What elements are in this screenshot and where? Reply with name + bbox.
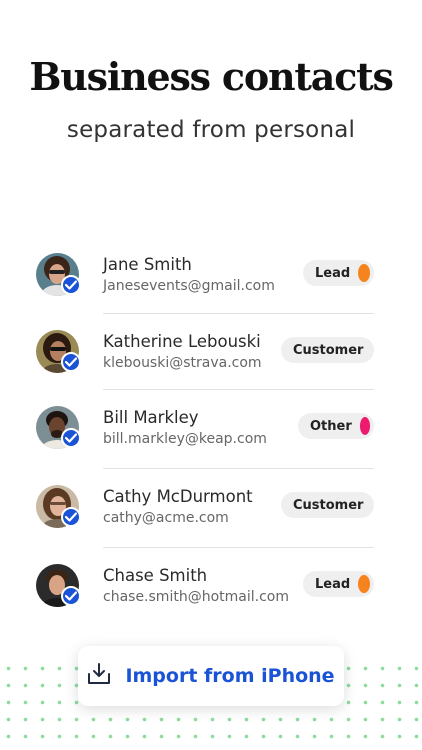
tag-badge[interactable]: Customer	[281, 337, 374, 363]
contact-name: Jane Smith	[103, 255, 192, 274]
tag-badge[interactable]: Customer	[281, 492, 374, 518]
contact-name: Bill Markley	[103, 408, 199, 427]
verified-check-icon	[61, 507, 81, 527]
tag-badge[interactable]: Lead	[303, 571, 374, 597]
contact-email: cathy@acme.com	[103, 510, 229, 526]
contact-name: Chase Smith	[103, 566, 208, 585]
tag-label: Lead	[315, 576, 351, 592]
contact-email: Janesevents@gmail.com	[103, 278, 275, 294]
tag-badge[interactable]: Lead	[303, 260, 374, 286]
contact-email: klebouski@strava.com	[103, 355, 262, 371]
verified-check-icon	[61, 586, 81, 606]
divider	[103, 313, 374, 314]
contact-row[interactable]: Cathy McDurmont cathy@acme.com Customer	[0, 485, 422, 563]
tag-label: Other	[310, 418, 352, 434]
contact-email: chase.smith@hotmail.com	[103, 589, 289, 605]
page-subtitle: separated from personal	[66, 117, 356, 143]
import-from-iphone-button[interactable]: Import from iPhone	[78, 646, 344, 706]
tag-label: Customer	[293, 342, 364, 358]
verified-check-icon	[61, 352, 81, 372]
divider	[103, 547, 374, 548]
contact-row[interactable]: Jane Smith Janesevents@gmail.com Lead	[0, 253, 422, 331]
page-title: Business contacts	[29, 54, 394, 99]
contact-row[interactable]: Bill Markley bill.markley@keap.com Other	[0, 406, 422, 484]
tag-color-dot	[358, 575, 370, 593]
contact-row[interactable]: Chase Smith chase.smith@hotmail.com Lead	[0, 564, 422, 642]
verified-check-icon	[61, 428, 81, 448]
tag-color-dot	[359, 417, 370, 435]
import-button-label: Import from iPhone	[125, 665, 335, 687]
contact-name: Katherine Lebouski	[103, 332, 261, 351]
tag-color-dot	[358, 264, 370, 282]
tag-badge[interactable]: Other	[298, 413, 374, 439]
contact-row[interactable]: Katherine Lebouski klebouski@strava.com …	[0, 330, 422, 408]
contact-name: Cathy McDurmont	[103, 487, 253, 506]
tag-label: Lead	[315, 265, 351, 281]
contact-email: bill.markley@keap.com	[103, 431, 267, 447]
verified-check-icon	[61, 275, 81, 295]
divider	[103, 389, 374, 390]
import-tray-icon	[87, 663, 111, 689]
tag-label: Customer	[293, 497, 364, 513]
divider	[103, 468, 374, 469]
